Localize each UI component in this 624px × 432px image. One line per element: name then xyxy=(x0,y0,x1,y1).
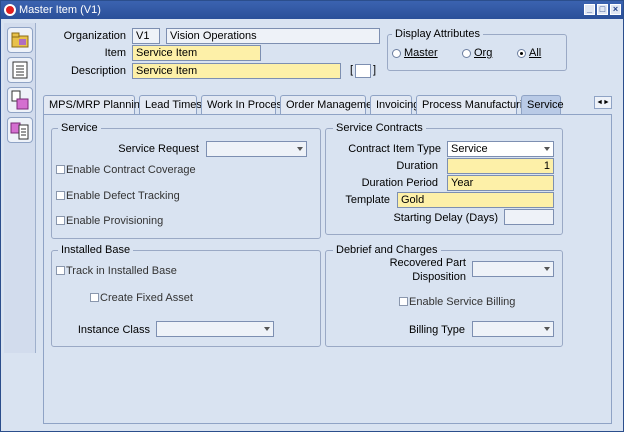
create-fixed-asset-checkbox[interactable] xyxy=(90,293,99,302)
tab-mps-mrp-planning[interactable]: MPS/MRP Planning xyxy=(43,95,146,115)
service-tab-panel: Service Service Request Enable Contract … xyxy=(43,114,612,424)
window-title: Master Item (V1) xyxy=(19,4,101,16)
chevron-down-icon xyxy=(544,147,550,151)
left-toolbar xyxy=(4,23,36,353)
item-field[interactable]: Service Item xyxy=(132,45,261,61)
chevron-down-icon xyxy=(544,327,550,331)
description-label: Description xyxy=(70,65,126,77)
title-bar[interactable]: Master Item (V1) _ □ × xyxy=(1,1,623,19)
enable-service-billing-label: Enable Service Billing xyxy=(409,296,516,308)
disposition-label: Disposition xyxy=(412,271,466,283)
flexfield-button[interactable] xyxy=(355,64,371,78)
oracle-app-icon xyxy=(4,4,16,16)
track-installed-base-label: Track in Installed Base xyxy=(66,265,177,277)
recovered-part-disposition-dropdown[interactable] xyxy=(472,261,554,277)
item-form: Organization V1 Vision Operations Item S… xyxy=(38,23,621,429)
chevron-down-icon xyxy=(297,147,303,151)
flexfield-bracket-close[interactable]: ] xyxy=(373,64,376,76)
duration-period-label: Duration Period xyxy=(361,177,438,189)
template-field[interactable]: Gold xyxy=(397,192,554,208)
template-label: Template xyxy=(345,194,390,206)
organization-label: Organization xyxy=(63,30,126,42)
minimize-icon[interactable]: _ xyxy=(584,4,595,15)
instance-class-label: Instance Class xyxy=(77,324,150,336)
tab-process-manufacturing[interactable]: Process Manufacturing xyxy=(416,95,535,115)
billing-type-dropdown[interactable] xyxy=(472,321,554,337)
duration-period-field[interactable]: Year xyxy=(447,175,554,191)
close-icon[interactable]: × xyxy=(610,4,621,15)
tab-work-in-process[interactable]: Work In Process xyxy=(201,95,288,115)
tab-service[interactable]: Service xyxy=(521,95,564,115)
all-radio[interactable] xyxy=(517,49,526,58)
debrief-charges-title: Debrief and Charges xyxy=(333,244,441,256)
contract-coverage-checkbox[interactable] xyxy=(56,165,65,174)
org-radio-label: Org xyxy=(474,47,493,59)
starting-delay-label: Starting Delay (Days) xyxy=(393,212,498,224)
flexfield-bracket-open[interactable]: [ xyxy=(350,64,353,76)
master-item-window: Master Item (V1) _ □ × Organization V1 V… xyxy=(0,0,624,432)
chevron-down-icon xyxy=(544,267,550,271)
item-list-icon[interactable] xyxy=(7,117,33,143)
provisioning-label: Enable Provisioning xyxy=(66,215,164,227)
open-folder-icon[interactable] xyxy=(7,27,33,53)
chevron-down-icon xyxy=(264,327,270,331)
list-icon[interactable] xyxy=(7,57,33,83)
create-fixed-asset-label: Create Fixed Asset xyxy=(100,292,193,304)
maximize-icon[interactable]: □ xyxy=(597,4,608,15)
master-radio[interactable] xyxy=(392,49,401,58)
instance-class-dropdown[interactable] xyxy=(156,321,274,337)
defect-tracking-checkbox[interactable] xyxy=(56,191,65,200)
billing-type-label: Billing Type xyxy=(408,324,465,336)
tab-scroll-arrows-icon[interactable]: ◄► xyxy=(594,96,612,109)
installed-base-title: Installed Base xyxy=(58,244,134,256)
duration-field[interactable]: 1 xyxy=(447,158,554,174)
duration-label: Duration xyxy=(396,160,438,172)
tab-invoicing[interactable]: Invoicing xyxy=(370,95,419,115)
organization-code-field[interactable]: V1 xyxy=(132,28,160,44)
starting-delay-field[interactable] xyxy=(504,209,554,225)
contract-item-type-dropdown[interactable]: Service xyxy=(447,141,554,157)
tab-lead-times[interactable]: Lead Times xyxy=(139,95,202,115)
display-attributes-title: Display Attributes xyxy=(392,28,483,40)
contract-coverage-label: Enable Contract Coverage xyxy=(66,164,196,176)
service-request-dropdown[interactable] xyxy=(206,141,307,157)
recovered-part-label: Recovered Part xyxy=(389,257,466,269)
org-radio[interactable] xyxy=(462,49,471,58)
defect-tracking-label: Enable Defect Tracking xyxy=(66,190,180,202)
all-radio-label: All xyxy=(529,47,542,59)
master-radio-label: Master xyxy=(404,47,438,59)
contract-item-type-label: Contract Item Type xyxy=(348,143,441,155)
service-request-label: Service Request xyxy=(118,143,199,155)
service-contracts-title: Service Contracts xyxy=(333,122,426,134)
track-installed-base-checkbox[interactable] xyxy=(56,266,65,275)
tab-order-management[interactable]: Order Management xyxy=(280,95,381,115)
description-field[interactable]: Service Item xyxy=(132,63,341,79)
service-group-title: Service xyxy=(58,122,101,134)
organization-icon[interactable] xyxy=(7,87,33,113)
enable-service-billing-checkbox[interactable] xyxy=(399,297,408,306)
organization-name-field[interactable]: Vision Operations xyxy=(166,28,380,44)
item-label: Item xyxy=(104,47,126,59)
provisioning-checkbox[interactable] xyxy=(56,216,65,225)
